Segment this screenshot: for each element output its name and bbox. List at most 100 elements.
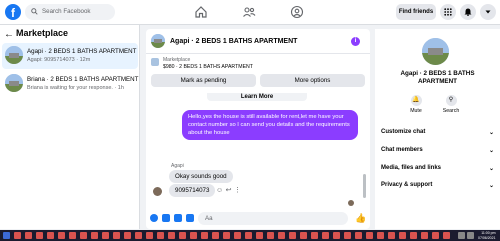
top-bar: f Search Facebook Find friends — [0, 0, 500, 25]
photo-icon[interactable] — [162, 214, 170, 222]
message-input[interactable]: Aa — [198, 212, 348, 225]
privacy-support-section[interactable]: Privacy & support ⌄ — [381, 182, 494, 194]
taskbar-app-icon[interactable] — [256, 232, 263, 239]
sidebar-title: Marketplace — [16, 28, 69, 38]
search-label: Search — [442, 108, 460, 114]
taskbar-app-icon[interactable] — [168, 232, 175, 239]
chat-title[interactable]: Agapi · 2 BEDS 1 BATHS APARTMENT — [170, 38, 297, 45]
back-arrow-icon[interactable]: ← — [4, 29, 14, 40]
taskbar-app-icon[interactable] — [25, 232, 32, 239]
start-button[interactable] — [3, 232, 10, 239]
taskbar-app-icon[interactable] — [421, 232, 428, 239]
clock-time: 11:00 pm — [481, 231, 496, 235]
taskbar-app-icon[interactable] — [267, 232, 274, 239]
taskbar-app-icon[interactable] — [289, 232, 296, 239]
sticker-icon[interactable] — [174, 214, 182, 222]
media-files-links-section[interactable]: Media, files and links ⌄ — [381, 165, 494, 177]
taskbar-app-icon[interactable] — [146, 232, 153, 239]
find-friends-button[interactable]: Find friends — [396, 4, 436, 20]
taskbar-app-icon[interactable] — [300, 232, 307, 239]
plus-icon[interactable] — [150, 214, 158, 222]
conversation-preview: Briana is waiting for your response. · 1… — [27, 85, 124, 91]
taskbar-app-icon[interactable] — [80, 232, 87, 239]
reply-icon[interactable]: ↩ — [225, 187, 232, 194]
taskbar-app-icon[interactable] — [190, 232, 197, 239]
seen-avatar — [348, 200, 354, 206]
incoming-message: 9095714073 — [169, 184, 216, 197]
friends-icon[interactable] — [242, 5, 256, 19]
incoming-message: Okay sounds good — [169, 170, 233, 183]
conversation-item[interactable]: Briana · 2 BEDS 1 BATHS APARTMENT Briana… — [2, 71, 138, 97]
conversation-name: Briana · 2 BEDS 1 BATHS APARTMENT — [27, 76, 139, 83]
chat-avatar[interactable] — [151, 34, 165, 48]
taskbar-app-icon[interactable] — [47, 232, 54, 239]
customize-chat-section[interactable]: Customize chat ⌄ — [381, 129, 494, 141]
chevron-down-icon — [485, 10, 491, 14]
sender-name: Agapi — [171, 163, 184, 169]
listing-thumbnail — [5, 74, 23, 92]
mark-as-pending-button[interactable]: Mark as pending — [151, 74, 256, 87]
chat-members-section[interactable]: Chat members ⌄ — [381, 147, 494, 159]
more-options-button[interactable]: More options — [260, 74, 365, 87]
taskbar-app-icon[interactable] — [399, 232, 406, 239]
menu-button[interactable] — [440, 4, 456, 20]
chat-scrollbar[interactable] — [363, 174, 366, 198]
gif-icon[interactable] — [186, 214, 194, 222]
taskbar-app-icon[interactable] — [14, 232, 21, 239]
sender-avatar[interactable] — [153, 187, 162, 196]
taskbar-app-icon[interactable] — [223, 232, 230, 239]
taskbar-app-icon[interactable] — [124, 232, 131, 239]
mute-action[interactable]: 🔔 Mute — [406, 95, 426, 114]
facebook-logo[interactable]: f — [5, 4, 21, 20]
chat-header: Agapi · 2 BEDS 1 BATHS APARTMENT i — [146, 29, 370, 54]
info-icon[interactable]: i — [351, 37, 360, 46]
taskbar-app-icon[interactable] — [179, 232, 186, 239]
taskbar-app-icon[interactable] — [58, 232, 65, 239]
search-action[interactable]: ⚲ Search — [441, 95, 461, 114]
taskbar-app-icon[interactable] — [234, 232, 241, 239]
chevron-down-icon: ⌄ — [488, 183, 494, 189]
windows-taskbar: 11:00 pm 07/06/2021 — [0, 230, 500, 241]
taskbar-app-icon[interactable] — [366, 232, 373, 239]
taskbar-app-icon[interactable] — [245, 232, 252, 239]
taskbar-app-icon[interactable] — [69, 232, 76, 239]
notifications-button[interactable] — [460, 4, 476, 20]
taskbar-app-icon[interactable] — [102, 232, 109, 239]
taskbar-app-icon[interactable] — [322, 232, 329, 239]
more-actions-icon[interactable]: ⋮ — [234, 187, 241, 194]
taskbar-app-icon[interactable] — [135, 232, 142, 239]
taskbar-app-icon[interactable] — [36, 232, 43, 239]
taskbar-app-icon[interactable] — [388, 232, 395, 239]
home-icon[interactable] — [194, 5, 208, 19]
taskbar-app-icon[interactable] — [113, 232, 120, 239]
mute-label: Mute — [410, 108, 422, 114]
groups-icon[interactable] — [290, 5, 304, 19]
system-tray-icon[interactable] — [467, 232, 474, 239]
taskbar-app-icon[interactable] — [278, 232, 285, 239]
taskbar-app-icon[interactable] — [333, 232, 340, 239]
taskbar-app-icon[interactable] — [355, 232, 362, 239]
react-icon[interactable]: ☺ — [216, 187, 223, 194]
like-icon[interactable]: 👍 — [355, 213, 366, 224]
details-title: Agapi · 2 BEDS 1 BATHS APARTMENT — [400, 70, 475, 85]
taskbar-app-icon[interactable] — [410, 232, 417, 239]
taskbar-app-icon[interactable] — [91, 232, 98, 239]
learn-more-button[interactable]: Learn More — [207, 93, 307, 101]
taskbar-app-icon[interactable] — [201, 232, 208, 239]
taskbar-app-icon[interactable] — [443, 232, 450, 239]
details-thumbnail[interactable] — [422, 38, 449, 65]
search-box[interactable]: Search Facebook — [25, 4, 115, 20]
chevron-down-icon: ⌄ — [488, 166, 494, 172]
listing-thumbnail[interactable] — [151, 58, 159, 66]
taskbar-app-icon[interactable] — [432, 232, 439, 239]
taskbar-clock[interactable]: 11:00 pm 07/06/2021 — [478, 231, 496, 240]
listing-price[interactable]: $980 · 2 BEDS 1 BATHS APARTMENT — [163, 64, 253, 70]
taskbar-app-icon[interactable] — [311, 232, 318, 239]
account-button[interactable] — [480, 4, 496, 20]
taskbar-app-icon[interactable] — [344, 232, 351, 239]
conversation-item[interactable]: Agapi · 2 BEDS 1 BATHS APARTMENT Agapi: … — [2, 43, 138, 69]
system-tray-icon[interactable] — [458, 232, 465, 239]
taskbar-app-icon[interactable] — [212, 232, 219, 239]
taskbar-app-icon[interactable] — [157, 232, 164, 239]
taskbar-app-icon[interactable] — [377, 232, 384, 239]
